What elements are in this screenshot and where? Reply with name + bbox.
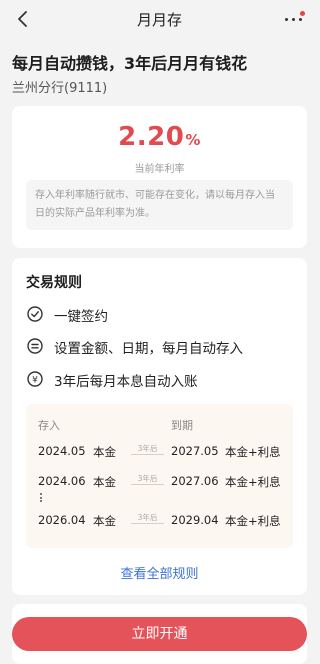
interest-rate: 2.20% [12,122,307,152]
arrow-tag: 3年后 [131,443,164,457]
rate-label: 当前年利率 [134,164,185,175]
equals-circle-icon [27,338,43,354]
more-icon-dot [299,18,302,21]
yen-circle-icon: ¥ [27,371,43,387]
arrow-line [131,523,164,524]
more-menu-button[interactable] [283,10,307,28]
maturity-type: 本金+利息 [225,445,281,459]
top-bar: 月月存 [0,0,319,38]
timeline-panel: 存入 到期 2024.05 本金 3年后 2027.05 本金+利息 2024.… [26,404,293,548]
more-icon [285,18,288,21]
maturity-date: 2027.05 [171,444,219,458]
rules-card: 交易规则 一键签约 设置金额、日期，每月自动存入 ¥ 3年后每月本息自动入账 存… [12,258,307,595]
arrow-label: 3年后 [137,513,158,522]
open-now-button[interactable]: 立即开通 [12,617,307,651]
rate-card: 2.20% 当前年利率 存入年利率随行就市、可能存在变化，请以每月存入当日的实际… [12,106,307,248]
arrow-tag: 3年后 [131,473,164,487]
timeline-head-deposit: 存入 [38,419,60,432]
deposit-date: 2026.04 [38,513,86,527]
notification-dot [300,11,305,16]
deposit-date: 2024.05 [38,444,86,458]
rule-item-label: 一键签约 [54,309,108,325]
more-icon-dot [292,18,295,21]
timeline-head-maturity: 到期 [171,419,193,432]
arrow-label: 3年后 [137,474,158,483]
headline: 每月自动攒钱，3年后月月有钱花 [12,54,248,73]
see-all-rules-link[interactable]: 查看全部规则 [12,563,307,582]
maturity-type: 本金+利息 [225,475,281,489]
rule-item-label: 设置金额、日期，每月自动存入 [54,341,243,357]
deposit-type: 本金 [93,514,116,528]
rate-value: 2.20 [118,122,185,152]
rule-item-label: 3年后每月本息自动入账 [54,374,198,390]
maturity-type: 本金+利息 [225,514,281,528]
deposit-date: 2024.06 [38,474,86,488]
arrow-line [131,484,164,485]
rate-unit: % [185,131,201,149]
ellipsis-vertical-icon [40,493,43,502]
svg-text:¥: ¥ [32,376,38,386]
page-title: 月月存 [136,11,182,29]
rules-title: 交易规则 [26,275,82,291]
arrow-line [131,454,164,455]
arrow-tag: 3年后 [131,512,164,526]
deposit-type: 本金 [93,445,116,459]
branch-label: 兰州分行(9111) [12,81,108,96]
maturity-date: 2029.04 [171,513,219,527]
maturity-date: 2027.06 [171,474,219,488]
rate-notice: 存入年利率随行就市、可能存在变化，请以每月存入当日的实际产品年利率为准。 [26,180,293,230]
deposit-type: 本金 [93,475,116,489]
check-circle-icon [27,306,43,322]
arrow-label: 3年后 [137,444,158,453]
